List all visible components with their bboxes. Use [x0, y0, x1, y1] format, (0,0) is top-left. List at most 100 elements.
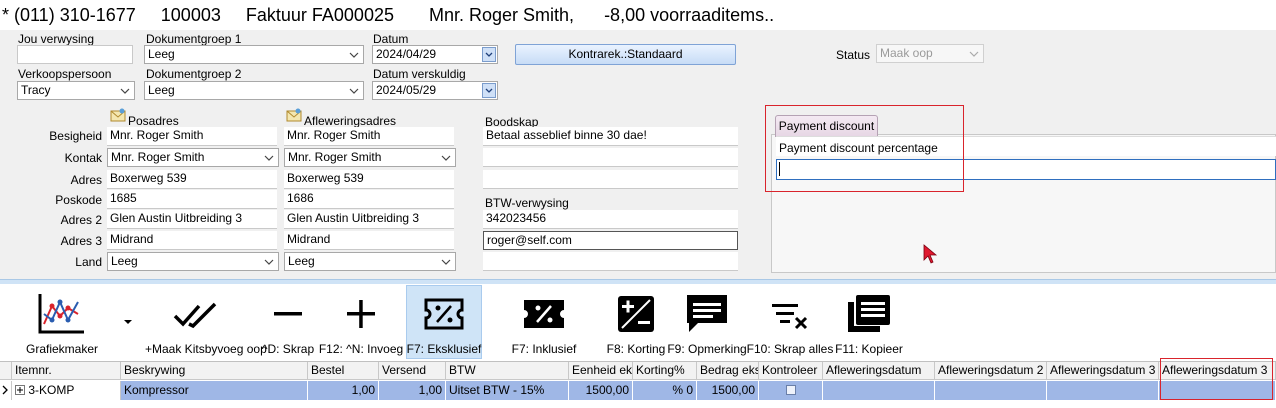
chart-icon [38, 294, 84, 334]
opmerking-button[interactable]: F9: Opmerking [667, 284, 747, 360]
datum-verskuldig-picker[interactable]: 2024/05/29 [372, 81, 498, 100]
row-pointer-icon [2, 385, 8, 395]
plus-minus-box-icon [618, 296, 654, 332]
posadres-besigheid-input[interactable]: Mnr. Roger Smith [107, 127, 277, 146]
dokumentgroep1-select[interactable]: Leeg [144, 45, 364, 64]
grafiekmaker-button[interactable]: Grafiekmaker [26, 284, 98, 360]
cell-korting[interactable]: % 0 [633, 381, 697, 400]
aflewering-land-select[interactable]: Leeg [284, 252, 456, 271]
adres-label: Adres [70, 173, 102, 187]
kopieer-label: F11: Kopieer [835, 342, 903, 356]
cell-beskrywing[interactable]: Kompressor [121, 381, 308, 400]
cell-afleweringsdatum-2[interactable] [935, 381, 1047, 400]
title-stock-note: -8,00 voorraaditems.. [604, 5, 775, 25]
posadres-adres2-input[interactable]: Glen Austin Uitbreiding 3 [107, 210, 277, 229]
column-header-bestel[interactable]: Bestel [308, 362, 379, 380]
verkoopspersoon-select[interactable]: Tracy [17, 81, 135, 100]
title-document: Faktuur FA000025 [245, 5, 394, 25]
cell-afleweringsdatum-3[interactable] [1047, 381, 1159, 400]
cell-afleweringsdatum[interactable] [823, 381, 935, 400]
cell-itemnr-value: 3-KOMP [28, 383, 75, 397]
column-header-afleweringsdatum-2[interactable]: Afleweringsdatum 2 [935, 362, 1047, 380]
skrap-button[interactable]: ^D: Skrap [258, 284, 318, 360]
cell-versend[interactable]: 1,00 [379, 381, 446, 400]
posadres-poskode-input[interactable]: 1685 [107, 190, 277, 209]
dokumentgroep2-select[interactable]: Leeg [144, 81, 364, 100]
cell-bedrag[interactable]: 1500,00 [697, 381, 759, 400]
column-header-itemnr[interactable]: Itemnr. [12, 362, 121, 380]
column-header-korting[interactable]: Korting% [633, 362, 697, 380]
highlight-box-column [1160, 358, 1273, 400]
extra-line-input[interactable] [483, 252, 738, 271]
status-select[interactable]: Maak oop [876, 44, 984, 63]
envelope-icon [110, 108, 126, 122]
column-header-btw[interactable]: BTW [446, 362, 569, 380]
column-header-versend[interactable]: Versend [379, 362, 446, 380]
title-phone: * (011) 310-1677 [2, 5, 136, 25]
title-bar: * (011) 310-1677 100003 Faktuur FA000025… [0, 0, 1276, 30]
maak-kitsbyvoeg-button[interactable]: +Maak Kitsbyvoeg oop [145, 284, 267, 360]
dokumentgroep1-value: Leeg [148, 47, 175, 61]
aflewering-adres2-input[interactable]: Glen Austin Uitbreiding 3 [284, 210, 454, 229]
jou-verwysing-input[interactable] [17, 45, 133, 64]
eksklusief-button[interactable]: F7: Eksklusief [406, 284, 482, 360]
skrap-alles-button[interactable]: F10: Skrap alles [747, 284, 833, 360]
cell-bestel[interactable]: 1,00 [308, 381, 379, 400]
toolbar: Grafiekmaker +Maak Kitsbyvoeg oop ^D: Sk… [0, 284, 1276, 360]
chevron-down-icon [349, 52, 359, 58]
column-header-bedrag[interactable]: Bedrag eks [697, 362, 759, 380]
posadres-kontak-select[interactable]: Mnr. Roger Smith [107, 148, 279, 167]
column-header-afleweringsdatum-3[interactable]: Afleweringsdatum 3 [1047, 362, 1159, 380]
besigheid-label: Besigheid [49, 129, 102, 143]
aflewering-besigheid-input[interactable]: Mnr. Roger Smith [284, 127, 454, 146]
datum-label: Datum [373, 32, 409, 46]
posadres-land-select[interactable]: Leeg [107, 252, 279, 271]
mouse-pointer-icon [923, 244, 938, 264]
aflewering-kontak-select[interactable]: Mnr. Roger Smith [284, 148, 456, 167]
column-header-eenheid[interactable]: Eenheid eks [569, 362, 633, 380]
chevron-down-icon [969, 51, 979, 57]
dokumentgroep1-label: Dokumentgroep 1 [146, 32, 242, 46]
dokumentgroep2-label: Dokumentgroep 2 [146, 67, 242, 81]
cell-itemnr[interactable]: 3-KOMP [12, 381, 121, 400]
plus-icon [347, 300, 375, 328]
calendar-dropdown-icon[interactable] [482, 47, 496, 62]
caret-down-icon[interactable] [123, 318, 133, 326]
expand-plus-icon[interactable] [15, 385, 25, 395]
discount-ticket-outline-icon [424, 298, 464, 330]
cell-eenheid[interactable]: 1500,00 [569, 381, 633, 400]
row-indicator[interactable] [0, 381, 12, 400]
cell-btw[interactable]: Uitset BTW - 15% [446, 381, 569, 400]
discount-ticket-filled-icon [524, 300, 564, 328]
dokumentgroep2-value: Leeg [148, 83, 175, 97]
email-input[interactable]: roger@self.com [483, 231, 738, 250]
posadres-adres3-input[interactable]: Midrand [107, 231, 277, 250]
verkoopspersoon-value: Tracy [21, 83, 51, 97]
boodskap-line2[interactable] [483, 148, 738, 167]
kontrarek-button[interactable]: Kontrarek.:Standaard [515, 44, 736, 65]
boodskap-line1[interactable]: Betaal asseblief binne 30 dae! [483, 127, 738, 146]
aflewering-kontak-value: Mnr. Roger Smith [288, 150, 382, 164]
column-header-afleweringsdatum[interactable]: Afleweringsdatum [823, 362, 935, 380]
inklusief-button[interactable]: F7: Inklusief [506, 284, 582, 360]
datum-picker[interactable]: 2024/04/29 [372, 45, 498, 64]
aflewering-adres3-input[interactable]: Midrand [284, 231, 454, 250]
posadres-land-value: Leeg [111, 254, 138, 268]
cell-kontroleer[interactable] [759, 381, 823, 400]
posadres-adres-input[interactable]: Boxerweg 539 [107, 170, 277, 189]
aflewering-adres-input[interactable]: Boxerweg 539 [284, 170, 454, 189]
invoeg-button[interactable]: F12: ^N: Invoeg [319, 284, 403, 360]
kopieer-button[interactable]: F11: Kopieer [835, 284, 903, 360]
calendar-dropdown-icon[interactable] [482, 83, 496, 98]
btw-verwysing-input[interactable]: 342023456 [483, 210, 738, 229]
datum-verskuldig-label: Datum verskuldig [373, 67, 466, 81]
status-label: Status [836, 48, 871, 62]
boodskap-line3[interactable] [483, 170, 738, 189]
copy-icon [848, 295, 890, 332]
chevron-down-icon [349, 88, 359, 94]
aflewering-land-value: Leeg [288, 254, 315, 268]
checkbox-icon[interactable] [785, 385, 796, 395]
column-header-beskrywing[interactable]: Beskrywing [121, 362, 308, 380]
aflewering-poskode-input[interactable]: 1686 [284, 190, 454, 209]
column-header-kontroleer[interactable]: Kontroleer [759, 362, 823, 380]
